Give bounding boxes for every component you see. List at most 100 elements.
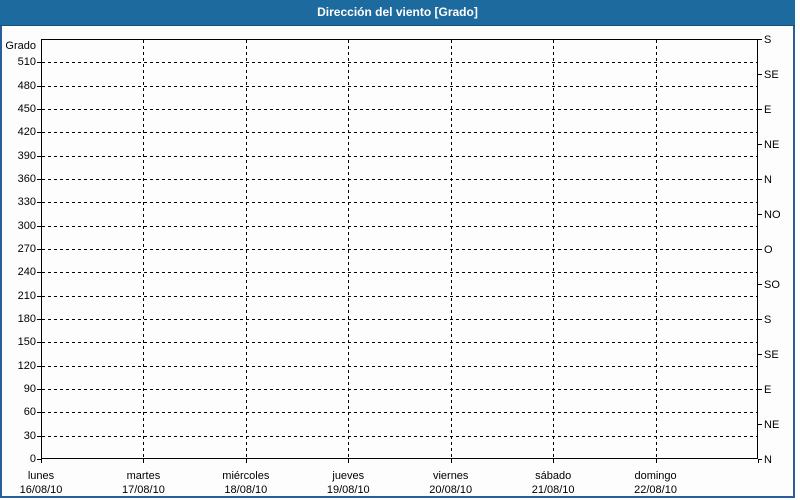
day-label: martes [126, 470, 161, 482]
compass-tick-label: SE [764, 69, 779, 81]
y-tick-label: 30 [23, 429, 36, 442]
compass-tick-label: N [764, 174, 772, 186]
h-gridline [42, 179, 757, 180]
compass-tick-mark [758, 424, 762, 425]
v-gridline [450, 40, 452, 458]
day-label: jueves [332, 470, 365, 482]
x-tick-mark [450, 459, 452, 463]
x-tick-mark [143, 459, 145, 463]
y-tick-mark [37, 365, 41, 367]
date-label: 21/08/10 [531, 484, 575, 496]
compass-tick-label: NO [764, 209, 781, 221]
compass-tick-label: NE [764, 139, 780, 151]
y-tick-label: 210 [17, 289, 36, 302]
y-tick-label: 150 [17, 336, 36, 349]
y-tick-mark [37, 295, 41, 297]
y-tick-mark [37, 435, 41, 437]
date-label: 18/08/10 [224, 484, 268, 496]
h-gridline [42, 202, 757, 204]
y-axis-title: Grado [5, 40, 36, 52]
compass-tick-mark [758, 144, 762, 145]
y-tick-mark [37, 225, 41, 227]
y-tick-mark [37, 85, 41, 87]
x-tick-mark [245, 459, 247, 463]
y-tick-mark [37, 155, 41, 157]
compass-tick-label: S [764, 314, 772, 326]
h-gridline [42, 319, 757, 320]
compass-tick-label: NE [764, 419, 780, 431]
compass-tick-mark [758, 249, 762, 250]
compass-tick-mark [758, 284, 762, 285]
h-gridline [42, 342, 757, 344]
compass-tick-mark [758, 39, 762, 40]
v-gridline [348, 40, 350, 458]
h-gridline [42, 365, 757, 367]
compass-tick-label: O [764, 244, 773, 256]
y-tick-mark [37, 202, 41, 204]
x-tick-mark [758, 459, 759, 463]
h-gridline [42, 412, 757, 414]
compass-tick-mark [758, 109, 762, 110]
h-gridline [42, 295, 757, 297]
y-tick-label: 90 [23, 383, 36, 395]
y-tick-mark [37, 109, 41, 110]
y-tick-label: 120 [17, 359, 36, 372]
x-tick-mark [348, 459, 350, 463]
y-tick-label: 270 [17, 243, 36, 255]
h-gridline [42, 85, 757, 87]
date-label: 17/08/10 [122, 484, 165, 496]
y-tick-mark [37, 342, 41, 344]
compass-tick-label: N [764, 454, 772, 466]
h-gridline [42, 225, 757, 227]
compass-tick-label: S [764, 34, 772, 46]
v-gridline [655, 40, 657, 458]
h-gridline [42, 435, 757, 437]
date-label: 19/08/10 [326, 484, 370, 496]
y-tick-label: 60 [23, 406, 36, 419]
y-tick-label: 360 [17, 173, 36, 185]
y-tick-label: 300 [17, 219, 36, 232]
chart-window: Dirección del viento [Grado] Grado 0 30 60… [0, 0, 795, 498]
v-gridline [143, 40, 145, 458]
y-tick-label: 480 [17, 79, 36, 92]
compass-tick-label: E [764, 104, 772, 116]
y-tick-mark [37, 319, 41, 320]
y-tick-mark [37, 412, 41, 414]
h-gridline [42, 109, 757, 110]
y-tick-label: 390 [17, 149, 36, 162]
y-tick-mark [37, 179, 41, 180]
compass-tick-mark [758, 179, 762, 180]
compass-tick-mark [758, 319, 762, 320]
h-gridline [42, 389, 757, 390]
compass-tick-label: SO [764, 279, 780, 291]
y-tick-label: 450 [17, 103, 36, 115]
date-label: 20/08/10 [429, 484, 473, 496]
compass-tick-label: E [764, 384, 772, 396]
x-tick-mark [41, 459, 42, 463]
compass-tick-mark [758, 354, 762, 355]
y-tick-label: 240 [17, 266, 36, 279]
v-gridline [245, 40, 247, 458]
h-gridline [42, 132, 757, 134]
day-label: domingo [634, 470, 677, 482]
compass-tick-mark [758, 74, 762, 75]
h-gridline [42, 62, 757, 64]
y-tick-mark [37, 132, 41, 134]
wind-direction-chart: Grado 0 30 60 90 120 150 180 210 240 270 300 330 360… [0, 0, 795, 498]
y-tick-label: 510 [17, 56, 36, 69]
day-label: sábado [535, 470, 572, 482]
h-gridline [42, 249, 757, 250]
y-tick-label: 420 [17, 126, 36, 139]
compass-tick-mark [758, 214, 762, 215]
compass-tick-label: SE [764, 349, 779, 361]
y-tick-mark [37, 62, 41, 64]
day-label: miércoles [222, 470, 270, 482]
y-tick-mark [37, 272, 41, 274]
v-gridline [553, 40, 555, 458]
day-label: viernes [432, 470, 469, 482]
x-tick-mark [553, 459, 555, 463]
compass-tick-mark [758, 389, 762, 390]
date-label: 22/08/10 [634, 484, 677, 496]
y-tick-label: 0 [29, 453, 36, 465]
h-gridline [42, 272, 757, 274]
